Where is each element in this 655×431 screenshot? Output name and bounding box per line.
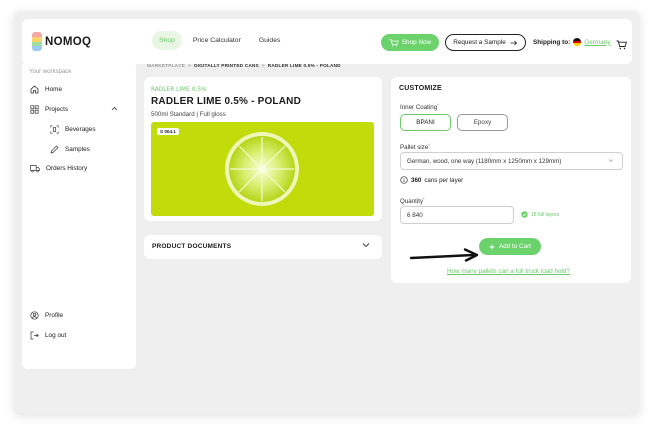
add-to-cart-button[interactable]: Add to Cart (479, 238, 541, 255)
breadcrumb-current: RADLER LIME 0.5% - POLAND (267, 63, 341, 68)
request-sample-label: Request a Sample (453, 39, 506, 46)
home-icon (30, 85, 39, 94)
breadcrumb-marketplace[interactable]: MARKETPLACE (147, 63, 185, 68)
shipping-selector: Shipping to: Germany (533, 38, 611, 46)
product-image: S 004.1 (151, 122, 374, 216)
breadcrumb-category[interactable]: DIGITALLY PRINTED CANS (194, 63, 259, 68)
top-navigation-bar: NOMOQ Shop Price Calculator Guides Shop … (22, 19, 632, 64)
shop-now-button[interactable]: Shop Now (381, 34, 439, 51)
truck-pallets-help-link[interactable]: How many pallets can a full truck load h… (447, 268, 570, 275)
cart-icon (389, 38, 399, 46)
plus-icon (489, 244, 495, 249)
logout-icon (30, 331, 39, 340)
pencil-icon (50, 145, 59, 154)
arrow-right-icon (510, 40, 517, 45)
can-scan-icon (50, 125, 59, 134)
annotation-arrow-icon (409, 248, 479, 262)
truck-icon (30, 165, 40, 173)
sidebar-item-profile[interactable]: Profile (30, 311, 63, 320)
pallet-size-select[interactable]: German, wood, one way (1180mm x 1250mm x… (400, 152, 623, 170)
shipping-label: Shipping to: (533, 38, 571, 46)
sidebar-item-orders-history[interactable]: Orders History (30, 164, 87, 173)
quantity-label: Quantity* (400, 196, 425, 206)
product-documents-title: PRODUCT DOCUMENTS (152, 243, 232, 250)
coating-option-epoxy[interactable]: Epoxy (457, 114, 508, 131)
product-subtitle: 500ml Standard | Full gloss (151, 111, 226, 118)
sidebar-item-label: Samples (65, 146, 90, 153)
chevron-down-icon (608, 159, 614, 162)
shop-now-label: Shop Now (401, 39, 432, 46)
logo[interactable]: NOMOQ (32, 32, 91, 51)
product-card: RADLER LIME 0.5% RADLER LIME 0.5% - POLA… (144, 77, 382, 221)
cart-icon (616, 40, 628, 50)
breadcrumb: MARKETPLACE > DIGITALLY PRINTED CANS > R… (147, 63, 341, 68)
sidebar-item-label: Projects (45, 106, 69, 113)
chevron-down-icon (362, 243, 370, 248)
main-nav: Shop Price Calculator Guides (152, 31, 291, 50)
cart-button[interactable] (616, 37, 628, 55)
full-layers-text: 18 full layers (531, 211, 560, 218)
shipping-country-link[interactable]: Germany (584, 39, 610, 46)
add-to-cart-label: Add to Cart (499, 243, 531, 250)
sidebar-item-beverages[interactable]: Beverages (50, 125, 96, 134)
inner-coating-label: Inner Coating* (400, 102, 439, 112)
sidebar-item-home[interactable]: Home (30, 85, 62, 94)
sidebar-item-label: Beverages (65, 126, 96, 133)
sidebar-item-label: Orders History (46, 165, 88, 172)
logo-mark-icon (32, 32, 42, 51)
pallet-size-value: German, wood, one way (1180mm x 1250mm x… (407, 157, 562, 165)
product-category: RADLER LIME 0.5% (151, 85, 207, 93)
nav-shop[interactable]: Shop (152, 31, 182, 50)
product-documents-accordion[interactable]: PRODUCT DOCUMENTS (144, 235, 382, 259)
coating-option-bpani[interactable]: BPANI (400, 114, 451, 131)
breadcrumb-separator: > (188, 63, 192, 68)
sidebar-item-label: Home (45, 86, 63, 93)
sidebar-item-label: Profile (45, 312, 64, 319)
sidebar-item-label: Log out (45, 332, 67, 339)
info-icon (400, 176, 408, 184)
sidebar: Your workspace Home Projects Beverages S… (22, 61, 136, 369)
chevron-up-icon[interactable] (111, 106, 118, 111)
cans-per-layer-text: cans per layer (424, 176, 464, 184)
breadcrumb-separator: > (261, 63, 265, 68)
customize-title: CUSTOMIZE (399, 85, 442, 92)
app-window: NOMOQ Shop Price Calculator Guides Shop … (14, 11, 640, 414)
logo-text: NOMOQ (45, 35, 92, 48)
check-circle-icon (521, 211, 528, 218)
cans-per-layer-info: 360 cans per layer (400, 176, 463, 184)
sidebar-item-logout[interactable]: Log out (30, 331, 66, 340)
product-title: RADLER LIME 0.5% - POLAND (151, 96, 302, 107)
nav-price-calculator[interactable]: Price Calculator (186, 31, 248, 50)
pallet-size-label: Pallet size* (400, 142, 430, 152)
sidebar-item-projects[interactable]: Projects (30, 105, 130, 114)
workspace-label: Your workspace (29, 69, 72, 75)
quantity-input[interactable] (400, 206, 514, 224)
full-layers-indicator: 18 full layers (521, 211, 559, 218)
nav-guides[interactable]: Guides (252, 31, 288, 50)
grid-icon (30, 105, 39, 114)
cans-per-layer-count: 360 (411, 176, 422, 184)
sidebar-item-samples[interactable]: Samples (50, 145, 90, 154)
profile-icon (30, 311, 39, 320)
lime-slice-image (225, 132, 299, 206)
request-sample-button[interactable]: Request a Sample (445, 34, 526, 51)
germany-flag-icon (573, 38, 582, 46)
